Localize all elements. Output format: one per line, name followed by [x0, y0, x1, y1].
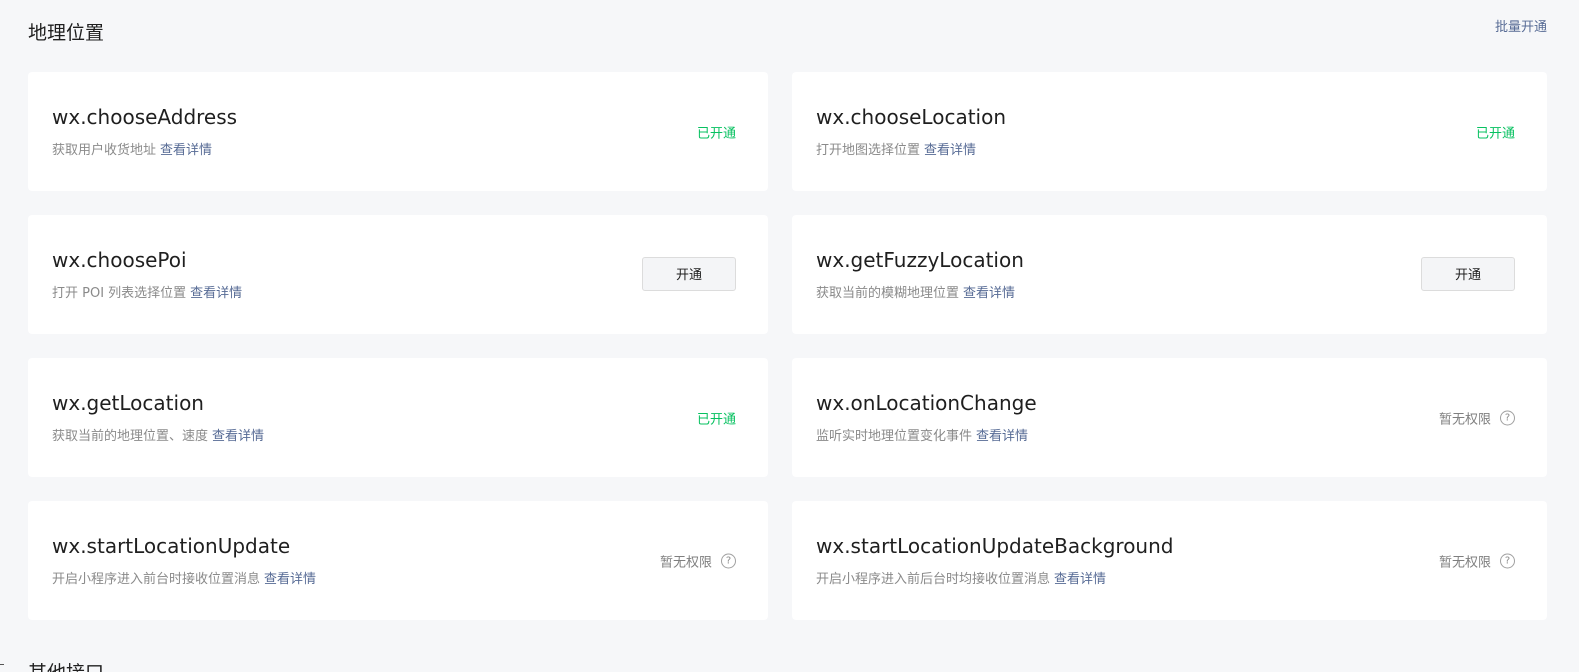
api-description-text: 开启小程序进入前后台时均接收位置消息	[816, 572, 1051, 587]
open-button[interactable]: 开通	[642, 257, 736, 291]
api-card-startlocationupdate: wx.startLocationUpdate 开启小程序进入前台时接收位置消息查…	[28, 501, 768, 620]
next-section-title: 其他接口	[28, 660, 104, 672]
question-circle-icon[interactable]: ?	[721, 553, 736, 568]
api-name: wx.getLocation	[52, 391, 204, 415]
api-name: wx.chooseLocation	[816, 105, 1007, 129]
status-enabled-badge: 已开通	[697, 408, 736, 427]
view-details-link[interactable]: 查看详情	[976, 429, 1028, 444]
status-text: 已开通	[696, 412, 736, 427]
api-description-text: 获取用户收货地址	[52, 143, 157, 158]
status-text: 已开通	[1475, 126, 1515, 141]
api-name: wx.startLocationUpdateBackground	[816, 534, 1174, 558]
question-circle-icon[interactable]: ?	[1500, 410, 1515, 425]
status-no-permission: 暂无权限?	[1439, 408, 1515, 427]
section-title: 地理位置	[28, 22, 105, 44]
api-description-text: 获取当前的模糊地理位置	[816, 286, 960, 301]
view-details-link[interactable]: 查看详情	[924, 143, 976, 158]
status-text: 暂无权限	[659, 555, 712, 570]
status-enabled-badge: 已开通	[1476, 122, 1515, 141]
api-description-text: 打开 POI 列表选择位置	[52, 286, 187, 301]
api-name: wx.choosePoi	[52, 248, 187, 272]
api-description: 开启小程序进入前台时接收位置消息 查看详情	[52, 571, 316, 589]
api-description: 开启小程序进入前后台时均接收位置消息 查看详情	[816, 571, 1106, 589]
api-name: wx.onLocationChange	[816, 391, 1037, 415]
status-no-permission: 暂无权限?	[1439, 551, 1515, 570]
status-text: 已开通	[696, 126, 736, 141]
location-permissions-page: 地理位置 批量开通 wx.chooseAddress 获取用户收货地址 查看详情 …	[0, 0, 1579, 672]
view-details-link[interactable]: 查看详情	[212, 429, 264, 444]
api-name: wx.getFuzzyLocation	[816, 248, 1024, 272]
open-button[interactable]: 开通	[1421, 257, 1515, 291]
question-circle-icon[interactable]: ?	[1500, 553, 1515, 568]
api-description-text: 获取当前的地理位置、速度	[52, 429, 209, 444]
status-text: 暂无权限	[1438, 555, 1491, 570]
status-no-permission: 暂无权限?	[660, 551, 736, 570]
api-card-chooselocation: wx.chooseLocation 打开地图选择位置 查看详情 已开通	[792, 72, 1547, 191]
api-description: 打开地图选择位置 查看详情	[816, 142, 976, 160]
api-name: wx.chooseAddress	[52, 105, 238, 129]
api-description: 获取当前的地理位置、速度 查看详情	[52, 428, 264, 446]
view-details-link[interactable]: 查看详情	[264, 572, 316, 587]
api-description: 获取当前的模糊地理位置 查看详情	[816, 285, 1015, 303]
api-card-startlocationupdatebackground: wx.startLocationUpdateBackground 开启小程序进入…	[792, 501, 1547, 620]
api-description: 监听实时地理位置变化事件 查看详情	[816, 428, 1028, 446]
api-card-onlocationchange: wx.onLocationChange 监听实时地理位置变化事件 查看详情 暂无权…	[792, 358, 1547, 477]
view-details-link[interactable]: 查看详情	[160, 143, 212, 158]
section-header: 地理位置 批量开通	[28, 18, 1547, 48]
api-description-text: 打开地图选择位置	[816, 143, 921, 158]
batch-enable-link[interactable]: 批量开通	[1495, 18, 1547, 38]
api-card-grid: wx.chooseAddress 获取用户收货地址 查看详情 已开通 wx.cho…	[28, 72, 1547, 620]
status-text: 暂无权限	[1438, 412, 1491, 427]
api-description-text: 开启小程序进入前台时接收位置消息	[52, 572, 261, 587]
api-card-choosepoi: wx.choosePoi 打开 POI 列表选择位置 查看详情 开通	[28, 215, 768, 334]
api-card-getlocation: wx.getLocation 获取当前的地理位置、速度 查看详情 已开通	[28, 358, 768, 477]
status-enabled-badge: 已开通	[697, 122, 736, 141]
view-details-link[interactable]: 查看详情	[190, 286, 242, 301]
view-details-link[interactable]: 查看详情	[963, 286, 1015, 301]
api-name: wx.startLocationUpdate	[52, 534, 291, 558]
view-details-link[interactable]: 查看详情	[1054, 572, 1106, 587]
edge-divider	[0, 664, 4, 665]
api-description: 打开 POI 列表选择位置 查看详情	[52, 285, 242, 303]
api-card-chooseaddress: wx.chooseAddress 获取用户收货地址 查看详情 已开通	[28, 72, 768, 191]
api-card-getfuzzylocation: wx.getFuzzyLocation 获取当前的模糊地理位置 查看详情 开通	[792, 215, 1547, 334]
api-description-text: 监听实时地理位置变化事件	[816, 429, 973, 444]
api-description: 获取用户收货地址 查看详情	[52, 142, 212, 160]
